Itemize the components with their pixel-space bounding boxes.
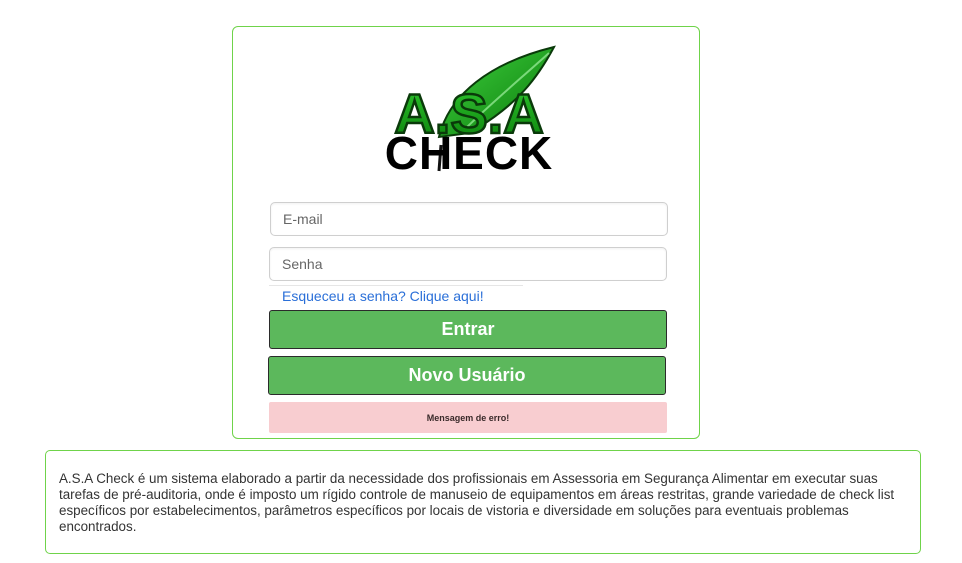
divider	[269, 285, 523, 286]
about-panel: A.S.A Check é um sistema elaborado a par…	[45, 450, 921, 554]
login-card: A.S.A CHECK Esqueceu a senha? Clique aqu…	[232, 26, 700, 439]
email-input[interactable]	[270, 202, 668, 236]
new-user-button[interactable]: Novo Usuário	[268, 356, 666, 395]
logo-image: A.S.A CHECK	[385, 45, 556, 175]
logo-line2: CHECK	[385, 127, 554, 175]
about-text: A.S.A Check é um sistema elaborado a par…	[59, 471, 895, 534]
enter-button[interactable]: Entrar	[269, 310, 667, 349]
password-input[interactable]	[269, 247, 667, 281]
error-message: Mensagem de erro!	[269, 402, 667, 433]
forgot-password-link[interactable]: Esqueceu a senha? Clique aqui!	[282, 288, 484, 304]
asa-check-logo: A.S.A CHECK	[369, 45, 573, 175]
